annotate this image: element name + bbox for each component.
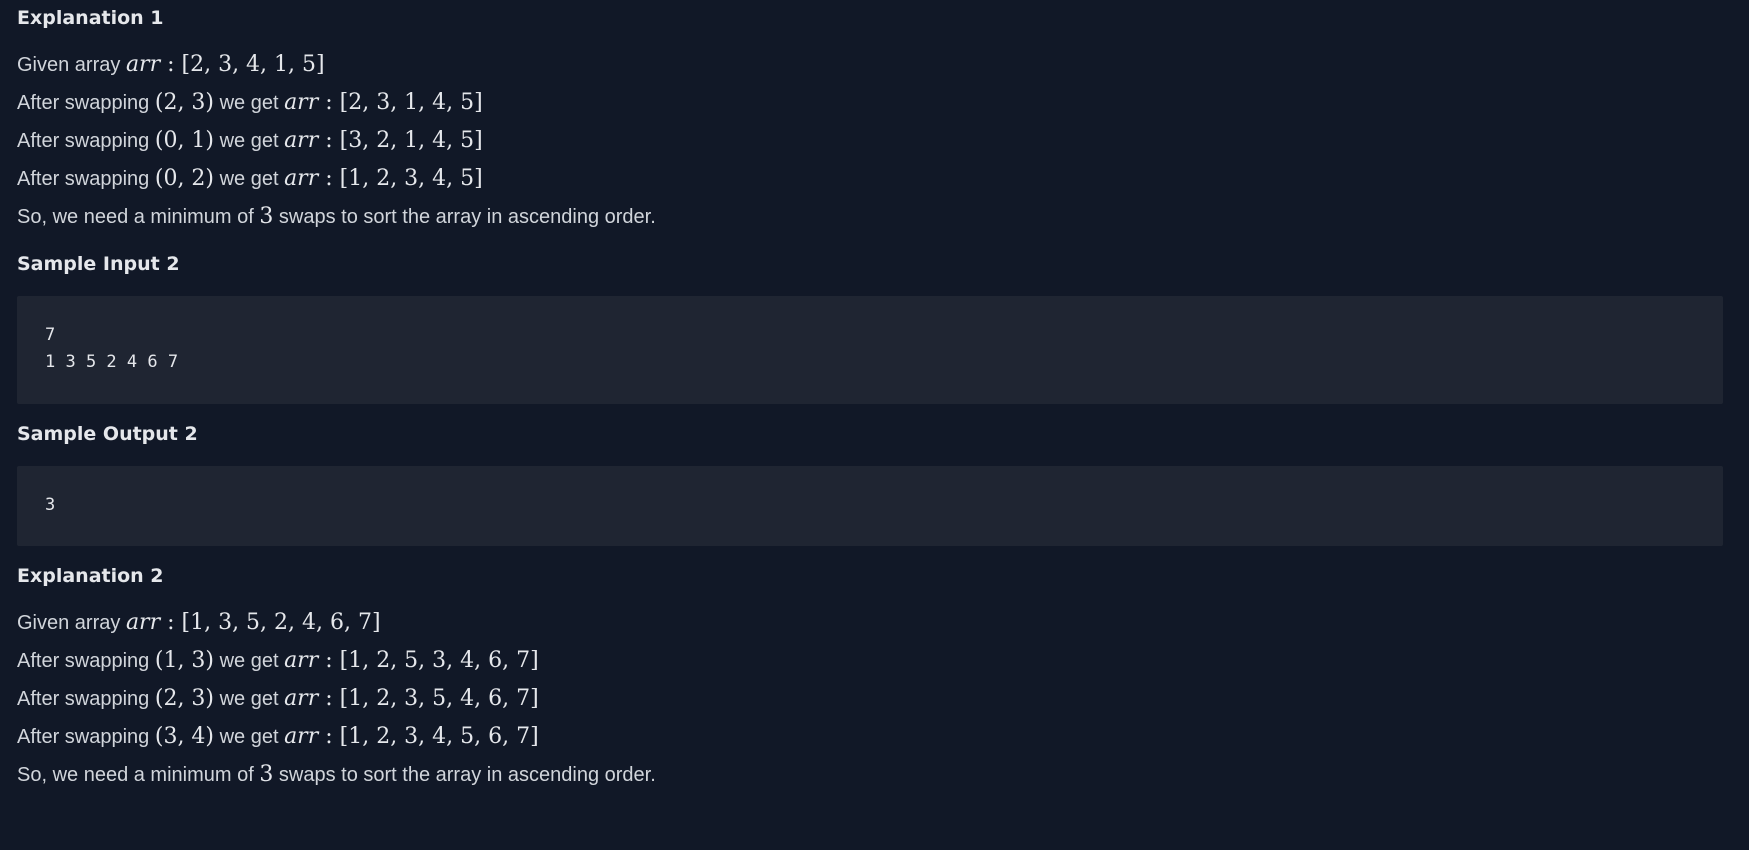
math-var: arr	[284, 724, 319, 749]
text: After swapping	[17, 168, 155, 190]
text: swaps to sort the array in ascending ord…	[273, 764, 656, 786]
swap-step-line: After swapping (0, 2) we get arr : [1, 2…	[17, 160, 1732, 198]
math-number: 3	[259, 762, 274, 787]
given-array-line: Given array arr : [2, 3, 4, 1, 5]	[17, 46, 1732, 84]
text: we get	[214, 92, 285, 114]
swap-step-line: After swapping (2, 3) we get arr : [1, 2…	[17, 680, 1732, 718]
math-var: arr	[284, 128, 319, 153]
code-line: 7	[45, 325, 56, 345]
math-array: [2, 3, 4, 1, 5]	[181, 52, 325, 77]
swap-step-line: After swapping (2, 3) we get arr : [2, 3…	[17, 84, 1732, 122]
math-sep: :	[318, 686, 340, 711]
math-pair: (2, 3)	[154, 90, 215, 115]
text: After swapping	[17, 650, 155, 672]
math-pair: (1, 3)	[154, 648, 215, 673]
conclusion-line: So, we need a minimum of 3 swaps to sort…	[17, 198, 1732, 236]
text: After swapping	[17, 92, 155, 114]
text: we get	[214, 726, 285, 748]
swap-step-line: After swapping (1, 3) we get arr : [1, 2…	[17, 642, 1732, 680]
text: Given array	[17, 612, 126, 634]
text: we get	[214, 130, 285, 152]
text: After swapping	[17, 726, 155, 748]
text: So, we need a minimum of	[17, 206, 260, 228]
math-var: arr	[284, 166, 319, 191]
math-sep: :	[318, 90, 340, 115]
math-array: [3, 2, 1, 4, 5]	[339, 128, 483, 153]
text: we get	[214, 650, 285, 672]
math-sep: :	[160, 610, 182, 635]
math-var: arr	[284, 90, 319, 115]
math-sep: :	[318, 166, 340, 191]
math-number: 3	[259, 204, 274, 229]
explanation-2-heading: Explanation 2	[17, 565, 164, 587]
text: After swapping	[17, 688, 155, 710]
math-array: [1, 2, 3, 4, 5]	[339, 166, 483, 191]
math-array: [1, 2, 3, 5, 4, 6, 7]	[339, 686, 539, 711]
math-var: arr	[125, 610, 161, 635]
given-array-line: Given array arr : [1, 3, 5, 2, 4, 6, 7]	[17, 604, 1732, 642]
code-line: 3	[45, 495, 56, 515]
sample-output-2-block: 3	[17, 466, 1723, 546]
sample-input-2-heading: Sample Input 2	[17, 253, 180, 275]
math-var: arr	[284, 648, 319, 673]
math-array: [1, 2, 3, 4, 5, 6, 7]	[339, 724, 539, 749]
math-pair: (3, 4)	[154, 724, 215, 749]
math-var: arr	[284, 686, 319, 711]
text: Given array	[17, 54, 126, 76]
math-var: arr	[125, 52, 161, 77]
math-sep: :	[318, 724, 340, 749]
math-pair: (0, 2)	[154, 166, 215, 191]
text: swaps to sort the array in ascending ord…	[273, 206, 656, 228]
math-pair: (0, 1)	[154, 128, 215, 153]
text: we get	[214, 168, 285, 190]
code-line: 1 3 5 2 4 6 7	[45, 352, 179, 372]
math-sep: :	[160, 52, 182, 77]
problem-statement: Explanation 1 Given array arr : [2, 3, 4…	[0, 0, 1749, 850]
math-sep: :	[318, 128, 340, 153]
sample-output-2-heading: Sample Output 2	[17, 423, 198, 445]
text: we get	[214, 688, 285, 710]
sample-input-2-block: 7 1 3 5 2 4 6 7	[17, 296, 1723, 404]
swap-step-line: After swapping (0, 1) we get arr : [3, 2…	[17, 122, 1732, 160]
math-array: [1, 2, 5, 3, 4, 6, 7]	[339, 648, 539, 673]
math-array: [1, 3, 5, 2, 4, 6, 7]	[181, 610, 381, 635]
math-sep: :	[318, 648, 340, 673]
text: So, we need a minimum of	[17, 764, 260, 786]
conclusion-line: So, we need a minimum of 3 swaps to sort…	[17, 756, 1732, 794]
explanation-1-heading: Explanation 1	[17, 7, 164, 29]
text: After swapping	[17, 130, 155, 152]
math-array: [2, 3, 1, 4, 5]	[339, 90, 483, 115]
swap-step-line: After swapping (3, 4) we get arr : [1, 2…	[17, 718, 1732, 756]
math-pair: (2, 3)	[154, 686, 215, 711]
